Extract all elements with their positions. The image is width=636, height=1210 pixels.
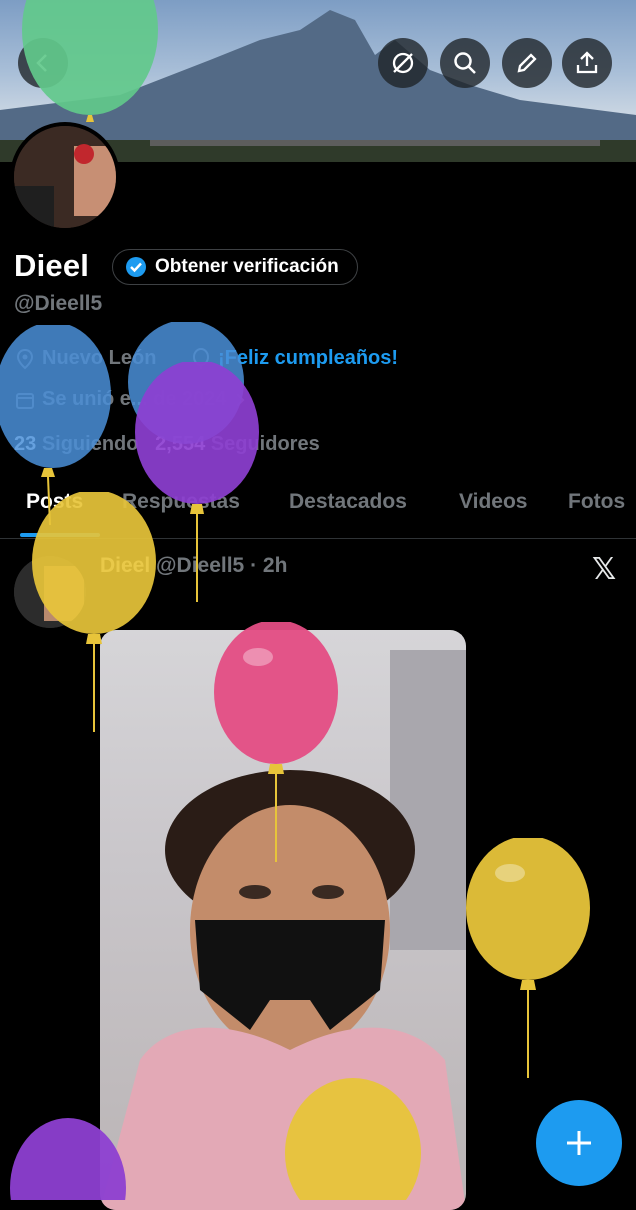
post-handle-time: @Dieell5 · 2h (156, 554, 288, 577)
compose-fab-button[interactable] (536, 1100, 622, 1186)
post-media-image[interactable] (100, 630, 466, 1210)
follow-stats: 23 Siguiendo 2,554 Seguidores (14, 433, 320, 456)
selfie-photo (100, 650, 466, 1210)
back-button[interactable] (18, 38, 68, 88)
avatar-photo (14, 126, 116, 228)
location-text: Nuevo León (42, 347, 157, 369)
followers-label: Seguidores (210, 433, 320, 455)
post-author-avatar[interactable] (14, 556, 86, 628)
location-info: Nuevo León (14, 347, 156, 370)
post-author-name[interactable]: Dieel (100, 554, 150, 577)
joined-text: Se unió e... de 2024 (42, 388, 227, 410)
edit-button[interactable] (502, 38, 552, 88)
grok-button[interactable] (378, 38, 428, 88)
following-label: Siguiendo (41, 433, 139, 455)
balloon-icon (193, 347, 209, 369)
x-logo-icon[interactable]: 𝕏 (592, 552, 616, 587)
following-count: 23 (14, 433, 37, 455)
pencil-icon (517, 53, 537, 73)
birthday-info: ¡Feliz cumpleaños! (190, 347, 398, 370)
followers-count: 2,554 (155, 433, 206, 455)
search-button[interactable] (440, 38, 490, 88)
joined-info[interactable]: Se unió e... de 2024 (14, 388, 247, 411)
location-pin-icon (16, 348, 34, 369)
share-icon (576, 51, 598, 74)
post-header: Dieel @Dieell5 · 2h (100, 554, 287, 578)
active-tab-indicator (20, 533, 100, 537)
calendar-icon (16, 392, 34, 409)
profile-handle: @Dieell5 (14, 292, 103, 315)
get-verified-button[interactable]: Obtener verificación (112, 249, 358, 285)
balloon-yellow-right-decoration (466, 838, 590, 1078)
slash-circle-icon (392, 52, 414, 74)
verified-badge-icon (126, 257, 146, 277)
tab-highlights[interactable]: Destacados (289, 490, 407, 514)
tab-posts[interactable]: Posts (26, 490, 83, 514)
tab-videos[interactable]: Videos (459, 490, 527, 514)
share-button[interactable] (562, 38, 612, 88)
back-arrow-icon (36, 54, 47, 72)
search-icon (454, 52, 476, 74)
birthday-text[interactable]: ¡Feliz cumpleaños! (218, 347, 398, 370)
profile-avatar[interactable] (10, 122, 120, 232)
chevron-right-icon (235, 392, 244, 407)
followers-link[interactable]: 2,554 Seguidores (155, 433, 320, 455)
tab-photos[interactable]: Fotos (568, 490, 625, 514)
profile-tabs: Posts Respuestas Destacados Videos Fotos (0, 482, 636, 539)
plus-icon (567, 1131, 591, 1155)
following-link[interactable]: 23 Siguiendo (14, 433, 138, 455)
tab-replies[interactable]: Respuestas (122, 490, 240, 514)
get-verified-label: Obtener verificación (155, 256, 339, 277)
post-avatar-photo (14, 556, 86, 628)
profile-name: Dieel (14, 248, 90, 283)
